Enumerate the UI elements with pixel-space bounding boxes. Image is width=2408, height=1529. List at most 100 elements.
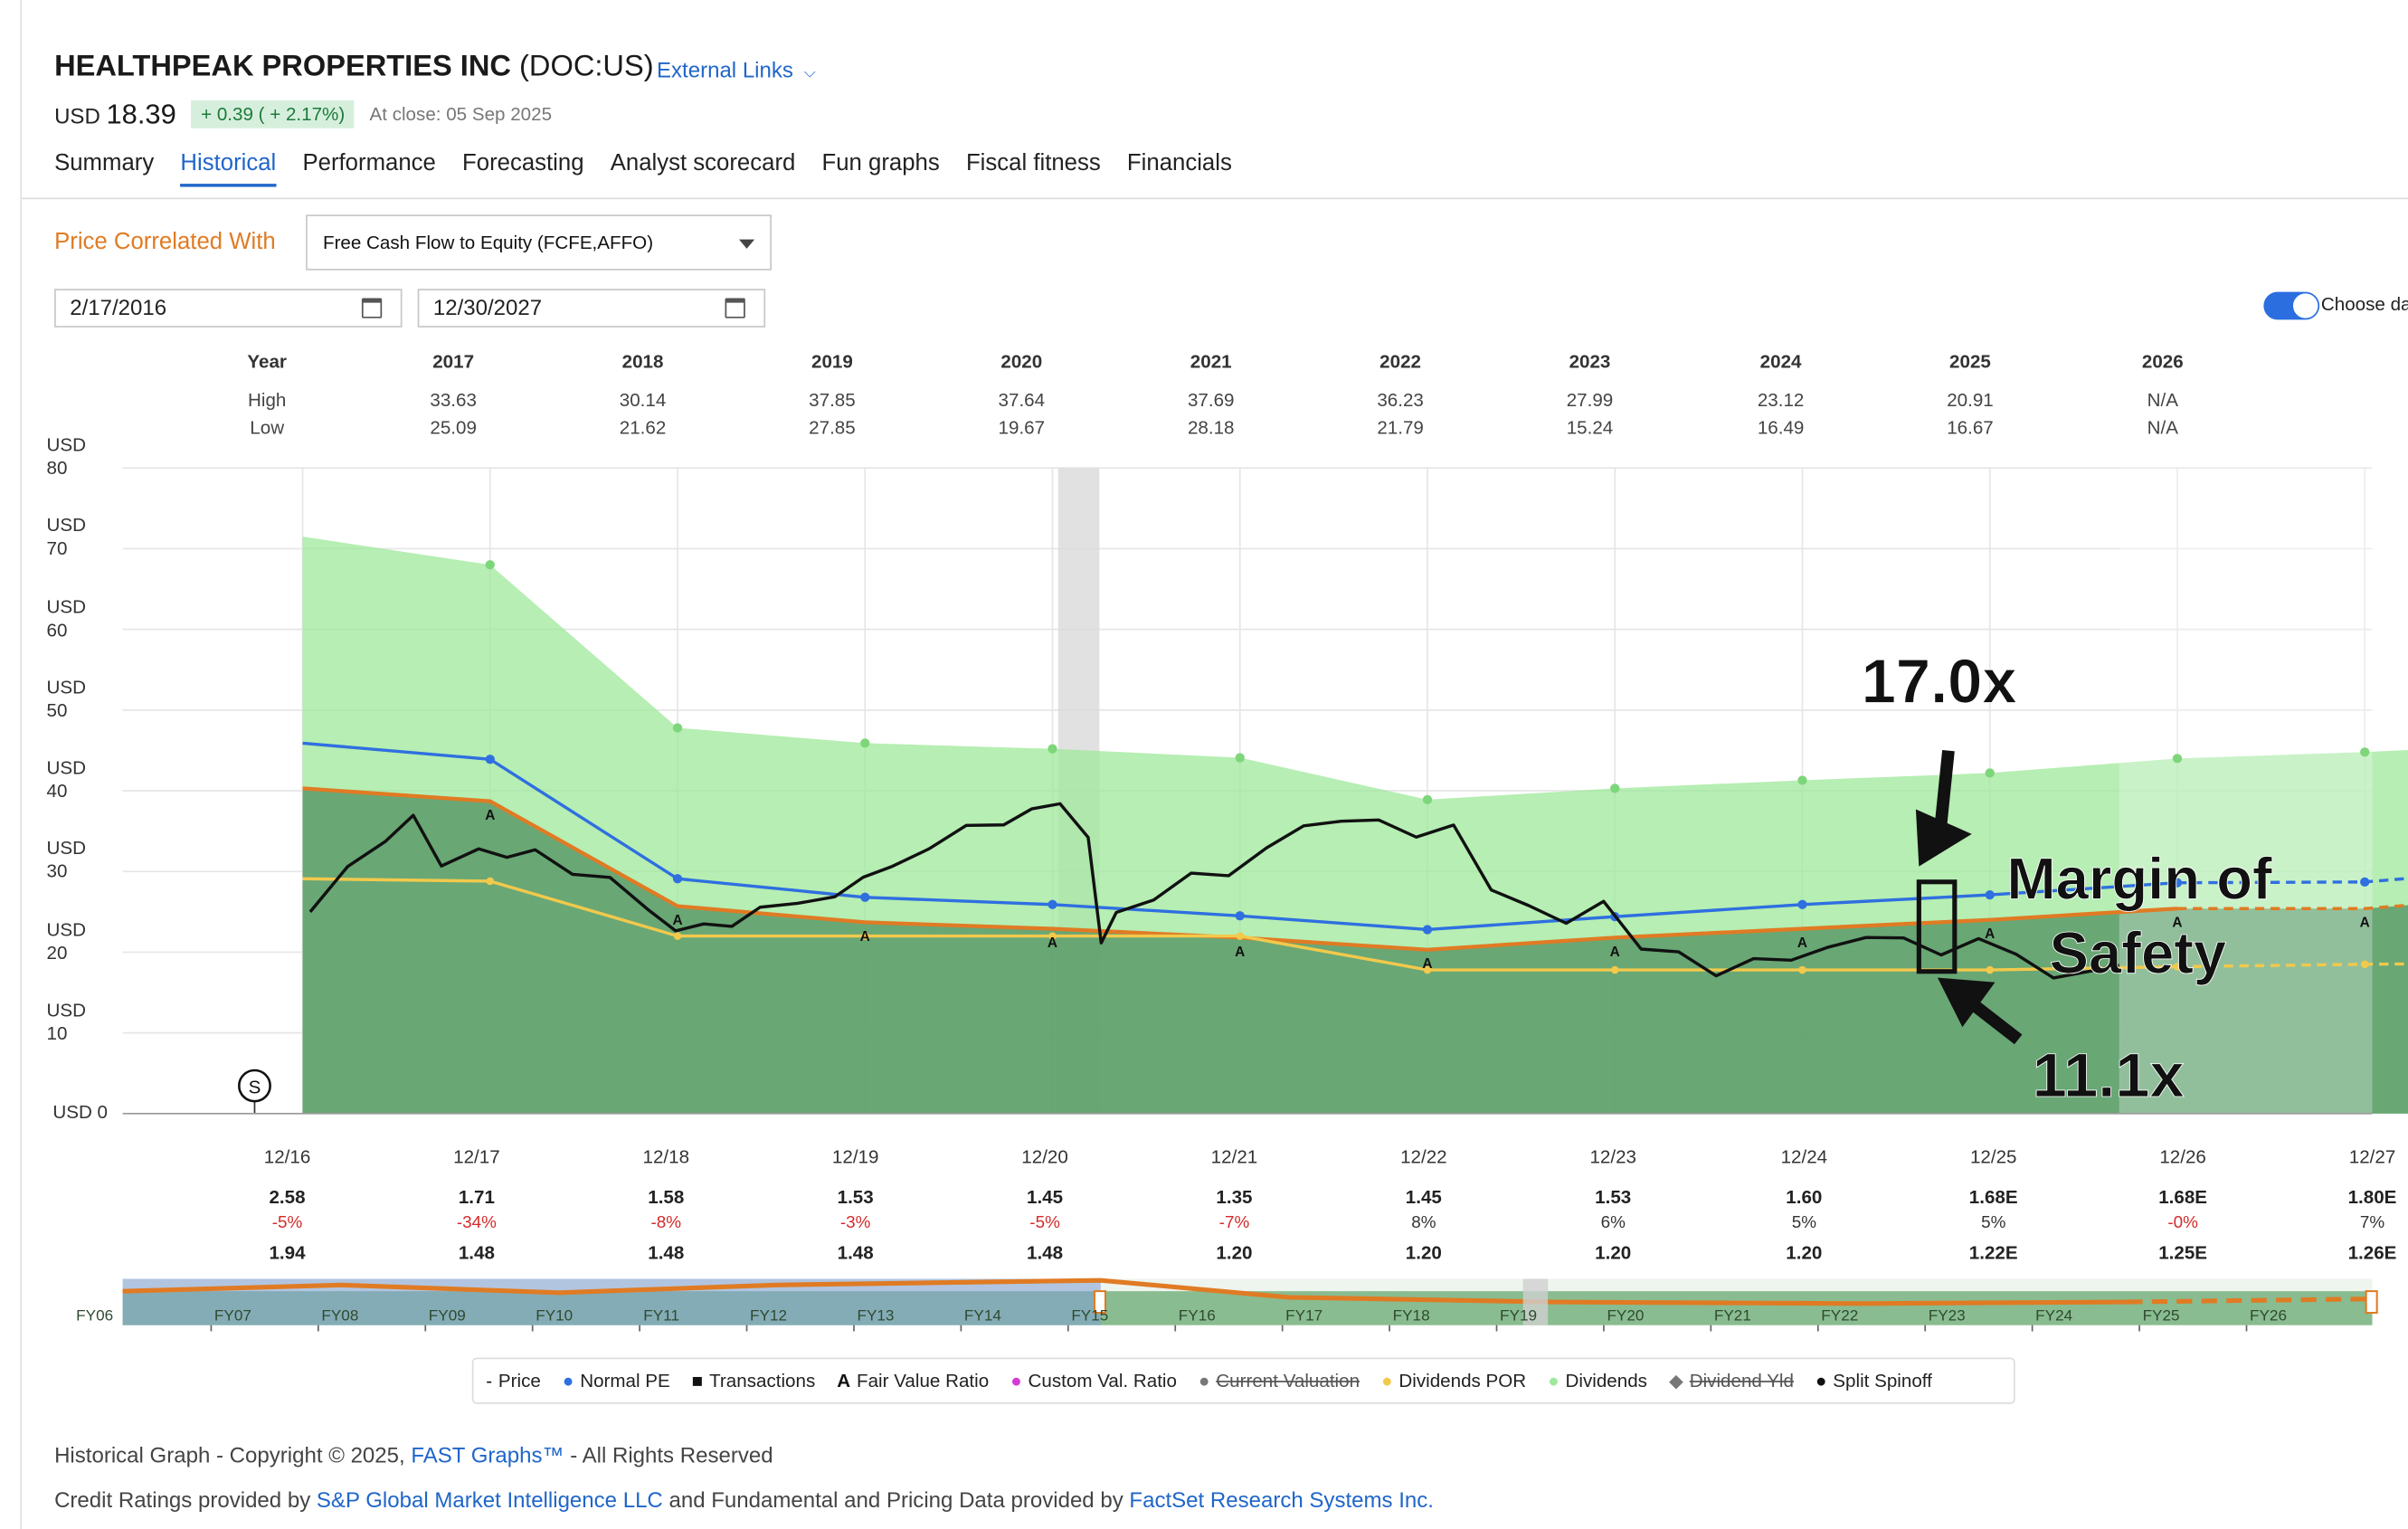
credits-mid-text: and Fundamental and Pricing Data provide… <box>668 1486 1123 1513</box>
legend-item-transactions[interactable]: ■ Transactions <box>692 1370 815 1391</box>
split-marker-label: S <box>249 1078 261 1098</box>
legend-item-dividends[interactable]: ● Dividends <box>1548 1370 1647 1391</box>
fast-graphs-page: HEALTHPEAK PROPERTIES INC (DOC:US) Exter… <box>0 0 2408 1529</box>
navigator-year-label: FY09 <box>429 1307 466 1325</box>
navigator-year-label: FY13 <box>857 1307 894 1325</box>
dividends-point <box>1610 783 1620 793</box>
dividends-por-point <box>2360 960 2369 969</box>
dividends-point <box>2172 754 2183 764</box>
legend-item-split-spinoff[interactable]: ● Split Spinoff <box>1815 1370 1932 1391</box>
dividend-value: 1.20 <box>1595 1241 1632 1264</box>
growth-rate: 8% <box>1411 1213 1436 1233</box>
fcfe-value: 1.68E <box>1968 1186 2018 1208</box>
x-axis-date-label: 12/23 <box>1589 1145 1637 1168</box>
fair-value-marker: A <box>672 913 682 928</box>
growth-rate: -0% <box>2167 1213 2198 1233</box>
sp-global-link[interactable]: S&P Global Market Intelligence LLC <box>317 1487 663 1512</box>
fair-value-marker: A <box>860 929 870 945</box>
fast-graph-chart: AAAAAAAAAAAAS17.0xMargin ofSafety11.1xFY… <box>76 467 2408 1332</box>
dividend-value: 1.26E <box>2347 1241 2397 1264</box>
credits-line: Credit Ratings provided by S&P Global Ma… <box>54 1487 1434 1512</box>
fcfe-value: 1.80E <box>2347 1186 2397 1208</box>
estimate-shade <box>2119 468 2373 1114</box>
dividends-por-point <box>673 932 682 940</box>
normal-pe-point <box>860 892 870 902</box>
navigator-year-label: FY07 <box>214 1307 251 1325</box>
legend-item-current-valuation[interactable]: ● Current Valuation <box>1199 1370 1360 1391</box>
normal-pe-point <box>2360 877 2370 887</box>
dividends-point <box>1985 768 1995 778</box>
navigator-year-label: FY18 <box>1393 1307 1430 1325</box>
legend-label: Normal PE <box>580 1370 670 1392</box>
navigator-year-label: FY08 <box>321 1307 358 1325</box>
fcfe-value: 1.58 <box>648 1186 685 1208</box>
legend-marker-icon: ● <box>1198 1370 1210 1392</box>
growth-rate: 7% <box>2359 1213 2385 1233</box>
fcfe-value: 1.53 <box>837 1186 874 1208</box>
navigator-year-label: FY25 <box>2143 1307 2180 1325</box>
legend-marker-icon: ◆ <box>1668 1370 1683 1392</box>
dividend-value: 1.48 <box>648 1241 685 1264</box>
copyright-suffix: - All Rights Reserved <box>570 1442 773 1467</box>
legend-label: Transactions <box>709 1370 816 1392</box>
legend-marker-icon: ● <box>1010 1370 1022 1392</box>
legend-marker-icon: - <box>486 1370 493 1392</box>
navigator-year-label: FY20 <box>1607 1307 1644 1325</box>
navigator-year-label: FY15 <box>1071 1307 1108 1325</box>
dividends-point <box>485 560 495 570</box>
navigator-year-label: FY16 <box>1179 1307 1216 1325</box>
normal-pe-point <box>1422 925 1433 935</box>
dividends-por-point <box>1798 965 1806 974</box>
fcfe-value: 1.68E <box>2158 1186 2208 1208</box>
growth-rate: 5% <box>1791 1213 1816 1233</box>
fair-value-marker: A <box>485 808 495 823</box>
dividend-value: 1.25E <box>2158 1241 2208 1264</box>
fair-value-marker: A <box>1048 935 1057 951</box>
x-axis-date-label: 12/18 <box>642 1145 690 1168</box>
legend-label: Current Valuation <box>1216 1370 1360 1392</box>
margin-of-safety-annotation: Safety <box>2049 920 2226 986</box>
growth-rate: -8% <box>650 1213 682 1233</box>
dividends-por-point <box>1610 965 1619 974</box>
margin-of-safety-annotation: Margin of <box>2006 846 2272 912</box>
chart-legend: - Price ● Normal PE ■ Transactions A Fair Value… <box>471 1357 2015 1404</box>
dividend-value: 1.94 <box>269 1241 306 1264</box>
legend-marker-icon: ● <box>1815 1370 1827 1392</box>
growth-rate: 5% <box>1981 1213 2006 1233</box>
dividends-point <box>1422 794 1433 804</box>
legend-label: Fair Value Ratio <box>857 1370 990 1392</box>
navigator-year-label: FY14 <box>964 1307 1001 1325</box>
navigator-year-label: FY06 <box>76 1307 113 1325</box>
legend-item-normal-pe[interactable]: ● Normal PE <box>563 1370 670 1391</box>
fair-value-marker: A <box>1422 956 1432 972</box>
x-axis-date-label: 12/27 <box>2348 1145 2396 1168</box>
x-axis-date-label: 12/22 <box>1400 1145 1447 1168</box>
legend-item-price[interactable]: - Price <box>486 1370 541 1391</box>
legend-item-dividends-por[interactable]: ● Dividends POR <box>1381 1370 1526 1391</box>
legend-marker-icon: ● <box>1381 1370 1393 1392</box>
dividend-value: 1.48 <box>1027 1241 1064 1264</box>
dividends-point <box>1048 744 1057 754</box>
factset-link[interactable]: FactSet Research Systems Inc. <box>1129 1487 1434 1512</box>
x-axis-date-label: 12/25 <box>1969 1145 2017 1168</box>
copyright-line: Historical Graph - Copyright © 2025, FAS… <box>54 1442 773 1467</box>
dividend-value: 1.48 <box>458 1241 495 1264</box>
legend-item-fair-value-ratio[interactable]: A Fair Value Ratio <box>837 1370 989 1391</box>
fast-graphs-link[interactable]: FAST Graphs™ <box>411 1442 564 1467</box>
navigator-year-label: FY22 <box>1821 1307 1858 1325</box>
fcfe-value: 1.60 <box>1786 1186 1823 1208</box>
navigator-year-label: FY24 <box>2035 1307 2072 1325</box>
dividend-value: 1.22E <box>1968 1241 2018 1264</box>
copyright-text: Historical Graph - Copyright © 2025, <box>54 1442 405 1467</box>
dividends-point <box>860 738 870 748</box>
fair-value-marker: A <box>1797 935 1807 951</box>
normal-pe-point <box>1235 911 1245 921</box>
legend-item-custom-val-ratio[interactable]: ● Custom Val. Ratio <box>1010 1370 1177 1391</box>
fair-value-marker: A <box>2360 916 2370 931</box>
fcfe-value: 1.53 <box>1595 1186 1632 1208</box>
x-axis-date-label: 12/17 <box>453 1145 500 1168</box>
legend-item-dividend-yld[interactable]: ◆ Dividend Yld <box>1669 1370 1794 1391</box>
growth-rate: -34% <box>456 1213 497 1233</box>
dividend-value: 1.20 <box>1786 1241 1823 1264</box>
dividends-point <box>2360 747 2370 757</box>
